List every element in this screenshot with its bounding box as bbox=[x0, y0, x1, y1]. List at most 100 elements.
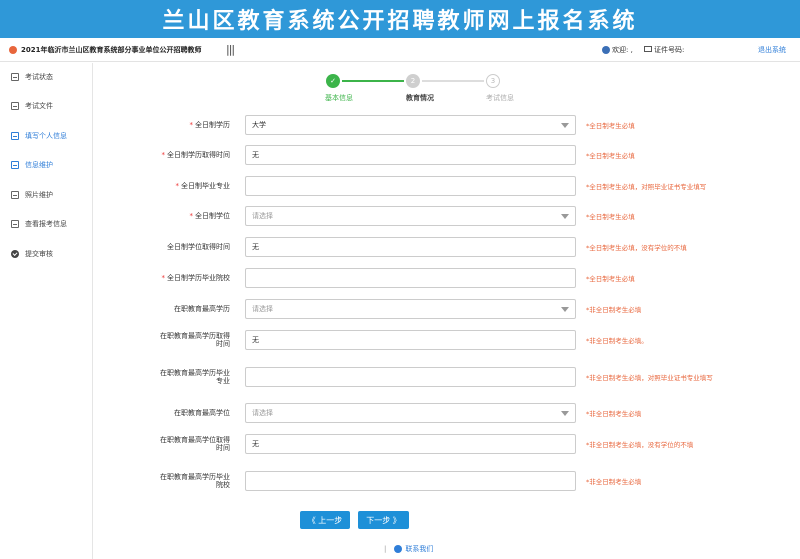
sidebar-item-photo[interactable]: 照片维护 bbox=[0, 185, 93, 205]
logout-link[interactable]: 退出系统 bbox=[758, 45, 786, 55]
field-label: 全日制学位取得时间 bbox=[167, 242, 230, 251]
document-icon bbox=[11, 102, 19, 110]
form-row-fulltime-degree: * 全日制学位 请选择 *全日制考生必填 bbox=[93, 206, 800, 228]
form-row-inservice-degree: 在职教育最高学位 请选择 *非全日制考生必填 bbox=[93, 403, 800, 425]
inservice-education-select[interactable]: 请选择 bbox=[245, 299, 576, 319]
field-label: * 全日制学历毕业院校 bbox=[161, 273, 231, 282]
field-label: * 全日制学历取得时间 bbox=[161, 150, 231, 159]
image-icon bbox=[11, 191, 19, 199]
fulltime-school-input[interactable] bbox=[245, 268, 576, 288]
field-hint: *全日制考生必填 bbox=[586, 152, 635, 160]
welcome-label: 欢迎: , bbox=[612, 46, 633, 54]
sidebar-item-label: 考试文件 bbox=[25, 102, 53, 110]
form-row-inservice-school: 在职教育最高学历毕业院校 *非全日制考生必填 bbox=[93, 471, 800, 493]
fulltime-degree-date-input[interactable]: 无 bbox=[245, 237, 576, 257]
footer: | 联系我们 bbox=[384, 544, 433, 554]
sidebar: 考试状态 考试文件 填写个人信息 信息维护 照片维护 查看报考信息 提交审核 bbox=[0, 63, 93, 559]
sidebar-item-label: 考试状态 bbox=[25, 73, 53, 81]
field-label: * 全日制毕业专业 bbox=[175, 181, 231, 190]
check-circle-icon bbox=[11, 250, 19, 258]
logo-icon bbox=[9, 46, 17, 54]
field-label: * 全日制学位 bbox=[189, 211, 231, 220]
form-row-fulltime-education: * 全日制学历 大学 *全日制考生必填 bbox=[93, 115, 800, 137]
inservice-edu-date-input[interactable]: 无 bbox=[245, 330, 576, 350]
inservice-major-input[interactable] bbox=[245, 367, 576, 387]
id-number-label: 证件号码: bbox=[654, 46, 685, 54]
sidebar-item-label: 查看报考信息 bbox=[25, 220, 67, 228]
footer-separator: | bbox=[384, 545, 387, 553]
sidebar-item-label: 照片维护 bbox=[25, 191, 53, 199]
chevron-down-icon bbox=[561, 307, 569, 312]
fulltime-degree-select[interactable]: 请选择 bbox=[245, 206, 576, 226]
field-hint: *非全日制考生必填，对照毕业证书专业填写 bbox=[586, 374, 713, 382]
form-row-fulltime-major: * 全日制毕业专业 *全日制考生必填，对照毕业证书专业填写 bbox=[93, 176, 800, 198]
sidebar-item-exam-files[interactable]: 考试文件 bbox=[0, 96, 93, 116]
field-label: * 全日制学历 bbox=[189, 120, 231, 129]
form-row-inservice-education: 在职教育最高学历 请选择 *非全日制考生必填 bbox=[93, 299, 800, 321]
field-hint: *非全日制考生必填 bbox=[586, 410, 642, 418]
sidebar-item-label: 填写个人信息 bbox=[25, 132, 67, 140]
user-icon bbox=[602, 46, 610, 54]
sidebar-item-submit-review[interactable]: 提交审核 bbox=[0, 244, 93, 264]
exam-title: 2021年临沂市兰山区教育系统部分事业单位公开招聘教师 bbox=[21, 46, 202, 54]
step-1-label: 基本信息 bbox=[325, 94, 353, 102]
form-row-inservice-major: 在职教育最高学历毕业专业 *非全日制考生必填，对照毕业证书专业填写 bbox=[93, 367, 800, 389]
step-3-label: 考试信息 bbox=[486, 94, 514, 102]
field-hint: *非全日制考生必填 bbox=[586, 478, 642, 486]
step-3-circle: 3 bbox=[486, 74, 500, 88]
step-connector bbox=[342, 80, 404, 82]
fulltime-education-select[interactable]: 大学 bbox=[245, 115, 576, 135]
field-label: 在职教育最高学位取得时间 bbox=[160, 435, 230, 452]
edit-icon bbox=[11, 132, 19, 140]
field-label: 在职教育最高学历取得时间 bbox=[160, 331, 230, 348]
inservice-degree-date-input[interactable]: 无 bbox=[245, 434, 576, 454]
field-hint: *全日制考生必填 bbox=[586, 275, 635, 283]
contact-us-link[interactable]: 联系我们 bbox=[405, 544, 433, 554]
progress-steps: ✓ 2 3 基本信息 教育情况 考试信息 bbox=[320, 72, 530, 104]
field-label: 在职教育最高学历毕业专业 bbox=[160, 368, 230, 385]
field-hint: *非全日制考生必填 bbox=[586, 306, 642, 314]
field-label: 在职教育最高学历 bbox=[174, 304, 230, 313]
field-hint: *全日制考生必填 bbox=[586, 122, 635, 130]
menu-toggle-icon[interactable]: ||| bbox=[226, 43, 235, 56]
fulltime-edu-date-input[interactable]: 无 bbox=[245, 145, 576, 165]
field-hint: *全日制考生必填，没有学位的不填 bbox=[586, 244, 687, 252]
sidebar-item-view-application[interactable]: 查看报考信息 bbox=[0, 214, 93, 234]
field-hint: *非全日制考生必填。 bbox=[586, 337, 648, 345]
next-step-button[interactable]: 下一步 》 bbox=[358, 511, 409, 529]
step-2-circle: 2 bbox=[406, 74, 420, 88]
step-1-check-icon: ✓ bbox=[326, 74, 340, 88]
sidebar-item-fill-personal-info[interactable]: 填写个人信息 bbox=[0, 126, 93, 146]
field-hint: *全日制考生必填 bbox=[586, 213, 635, 221]
top-bar: 2021年临沂市兰山区教育系统部分事业单位公开招聘教师 ||| 欢迎: , 证件… bbox=[0, 38, 800, 62]
form-row-inservice-edu-date: 在职教育最高学历取得时间 无 *非全日制考生必填。 bbox=[93, 330, 800, 352]
chevron-down-icon bbox=[561, 214, 569, 219]
sidebar-item-label: 信息维护 bbox=[25, 161, 53, 169]
chevron-down-icon bbox=[561, 411, 569, 416]
sidebar-item-exam-status[interactable]: 考试状态 bbox=[0, 67, 93, 87]
prev-step-button[interactable]: 《 上一步 bbox=[300, 511, 350, 529]
form-row-fulltime-degree-date: 全日制学位取得时间 无 *全日制考生必填，没有学位的不填 bbox=[93, 237, 800, 259]
id-card-icon bbox=[644, 46, 652, 52]
inservice-school-input[interactable] bbox=[245, 471, 576, 491]
step-connector bbox=[422, 80, 484, 82]
field-label: 在职教育最高学位 bbox=[174, 408, 230, 417]
edit-icon bbox=[11, 161, 19, 169]
inservice-degree-select[interactable]: 请选择 bbox=[245, 403, 576, 423]
sidebar-item-label: 提交审核 bbox=[25, 250, 53, 258]
site-banner: 兰山区教育系统公开招聘教师网上报名系统 bbox=[0, 0, 800, 38]
field-hint: *非全日制考生必填，没有学位的不填 bbox=[586, 441, 694, 449]
chevron-down-icon bbox=[561, 123, 569, 128]
field-label: 在职教育最高学历毕业院校 bbox=[160, 472, 230, 489]
sidebar-item-info-maintenance[interactable]: 信息维护 bbox=[0, 155, 93, 175]
form-row-inservice-degree-date: 在职教育最高学位取得时间 无 *非全日制考生必填，没有学位的不填 bbox=[93, 434, 800, 456]
form-row-fulltime-school: * 全日制学历毕业院校 *全日制考生必填 bbox=[93, 268, 800, 290]
step-2-label: 教育情况 bbox=[406, 94, 434, 102]
site-title: 兰山区教育系统公开招聘教师网上报名系统 bbox=[162, 8, 638, 34]
form-row-fulltime-edu-date: * 全日制学历取得时间 无 *全日制考生必填 bbox=[93, 145, 800, 167]
contact-icon bbox=[394, 545, 403, 553]
view-icon bbox=[11, 220, 19, 228]
field-hint: *全日制考生必填，对照毕业证书专业填写 bbox=[586, 183, 707, 191]
document-icon bbox=[11, 73, 19, 81]
fulltime-major-input[interactable] bbox=[245, 176, 576, 196]
